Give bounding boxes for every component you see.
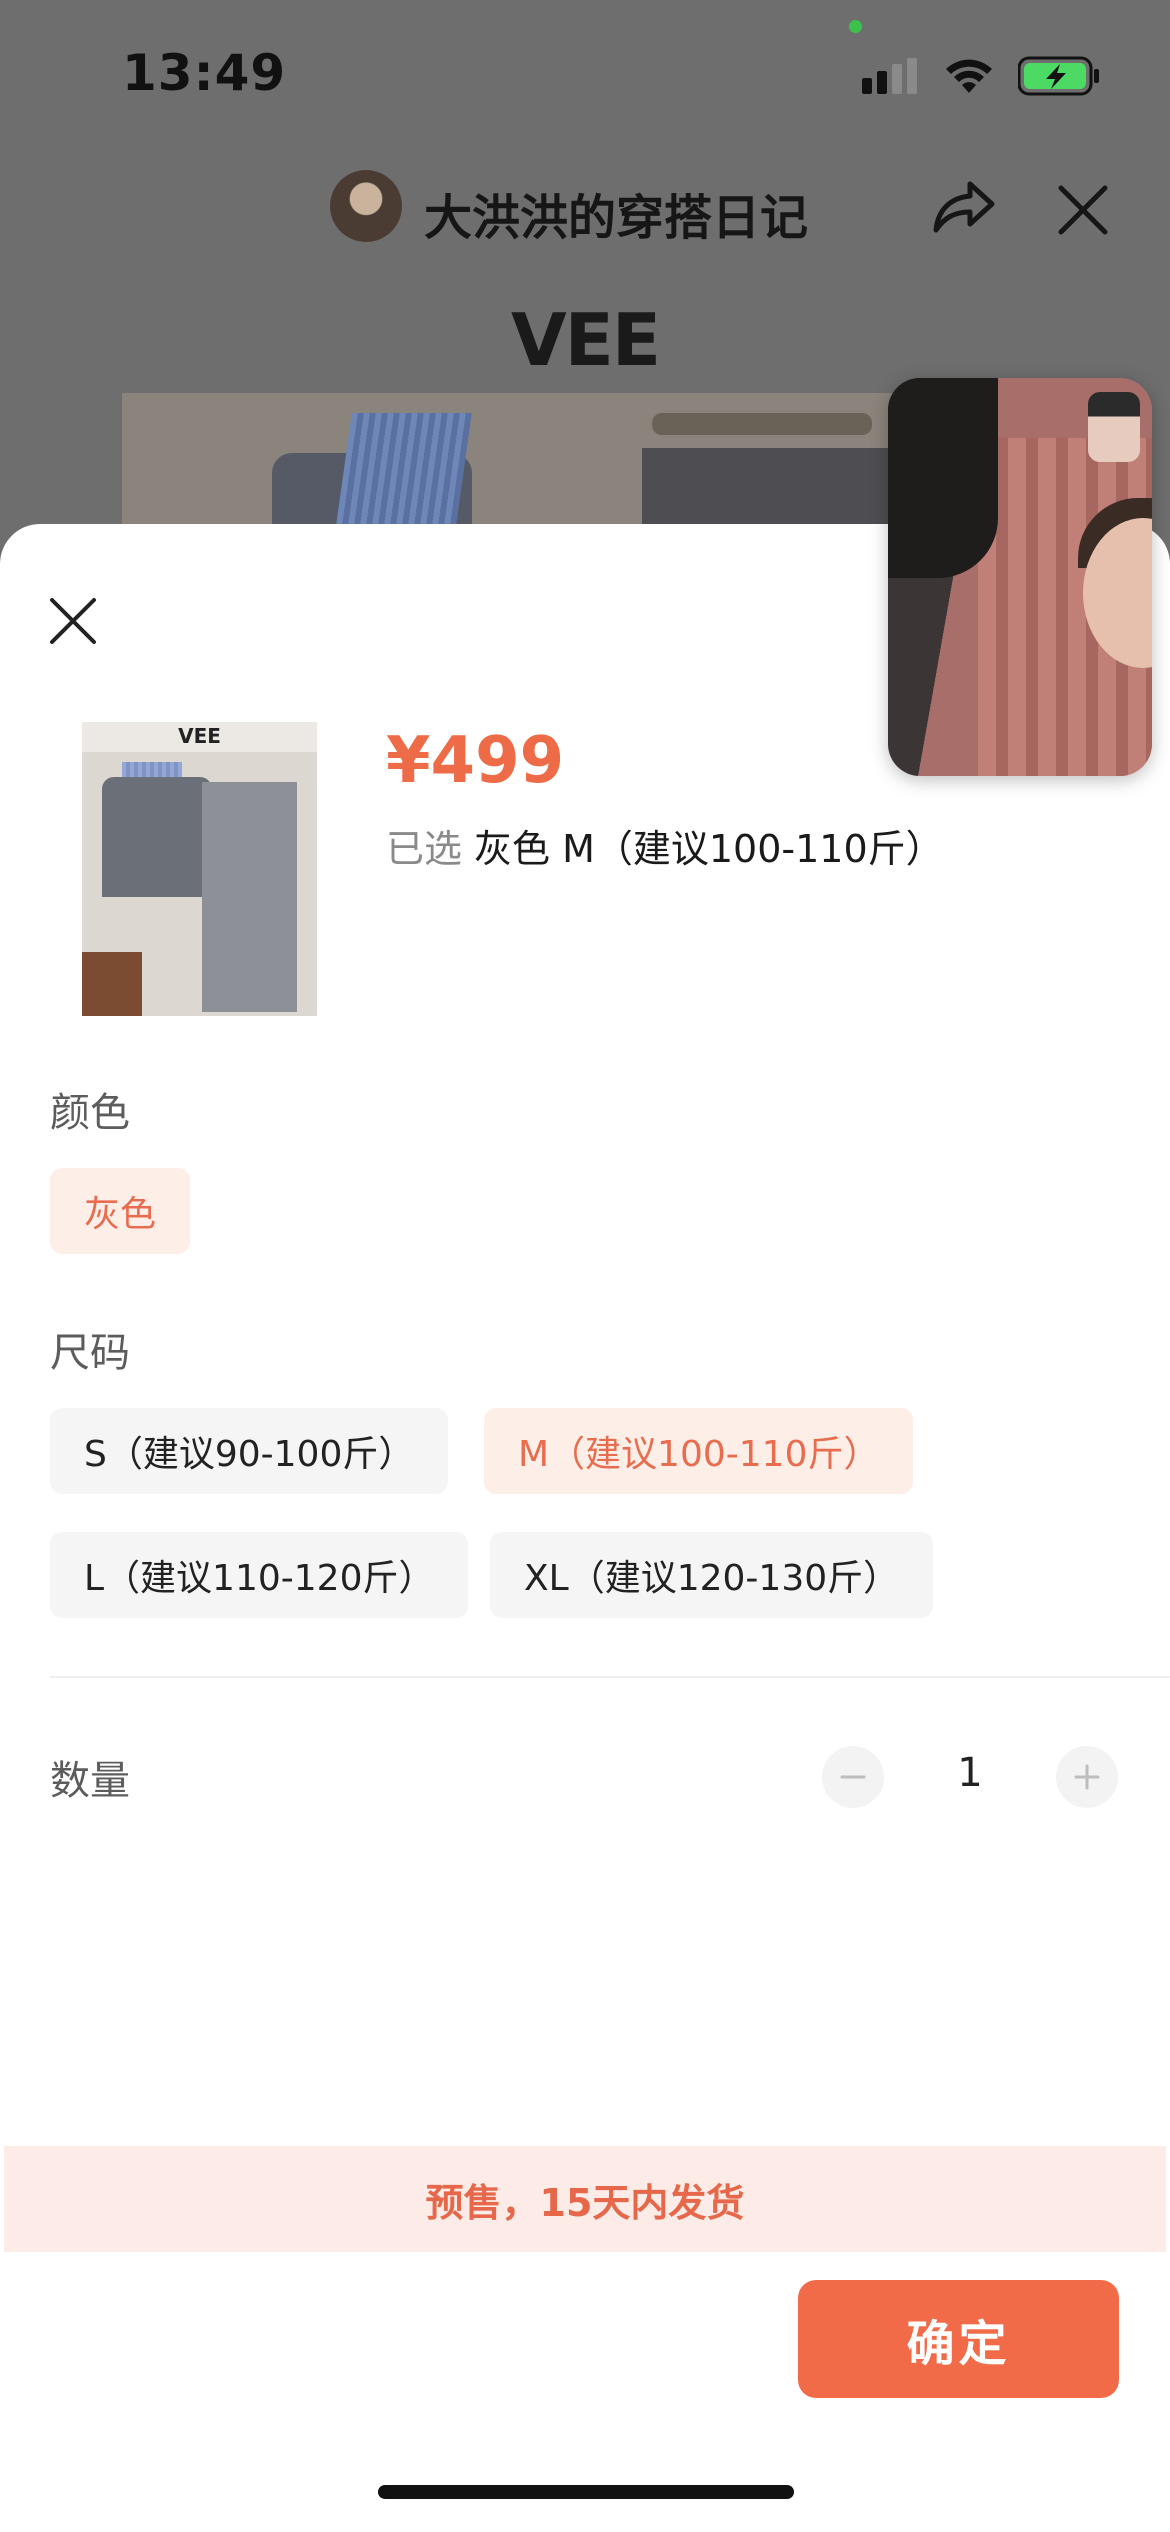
shop-avatar[interactable]	[330, 170, 402, 242]
quantity-decrease-button[interactable]	[822, 1746, 884, 1808]
color-option-gray[interactable]: 灰色	[50, 1168, 191, 1254]
product-price: ¥499	[386, 724, 565, 798]
battery-charging-icon	[1018, 56, 1099, 96]
cellular-signal-icon	[862, 58, 917, 94]
color-section-label: 颜色	[50, 1090, 130, 1136]
confirm-button[interactable]: 确定	[798, 2280, 1119, 2398]
home-indicator[interactable]	[378, 2485, 794, 2499]
selected-summary: 已选 灰色 M（建议100-110斤）	[386, 818, 944, 873]
quantity-label: 数量	[50, 1758, 130, 1804]
shop-name[interactable]: 大洪洪的穿搭日记	[424, 178, 808, 248]
video-call-pip[interactable]	[888, 378, 1152, 776]
size-option-l[interactable]: L（建议110-120斤）	[50, 1532, 469, 1618]
product-thumbnail[interactable]: VEE	[82, 722, 317, 1016]
brand-logo: VEE	[510, 298, 661, 382]
size-section-label: 尺码	[50, 1330, 130, 1376]
status-icons	[862, 54, 1100, 98]
divider	[50, 1676, 1170, 1678]
share-icon[interactable]	[930, 176, 1000, 236]
product-image-logo: VEE	[178, 724, 221, 748]
quantity-increase-button[interactable]	[1056, 1746, 1118, 1808]
plus-icon	[1074, 1764, 1100, 1790]
close-icon[interactable]	[1055, 182, 1111, 238]
selected-label: 已选	[386, 827, 463, 871]
camera-in-use-indicator	[849, 20, 862, 33]
status-time: 13:49	[122, 44, 287, 102]
self-view-thumbnail[interactable]	[1088, 392, 1140, 462]
size-option-xl[interactable]: XL（建议120-130斤）	[490, 1532, 934, 1618]
size-option-s[interactable]: S（建议90-100斤）	[50, 1408, 449, 1494]
minus-icon	[840, 1775, 866, 1779]
close-icon[interactable]	[48, 596, 98, 646]
selected-value: 灰色 M（建议100-110斤）	[474, 827, 944, 871]
presale-notice: 预售，15天内发货	[4, 2146, 1166, 2252]
size-option-m[interactable]: M（建议100-110斤）	[484, 1408, 914, 1494]
wifi-icon	[946, 59, 992, 93]
quantity-value[interactable]: 1	[940, 1750, 1000, 1796]
